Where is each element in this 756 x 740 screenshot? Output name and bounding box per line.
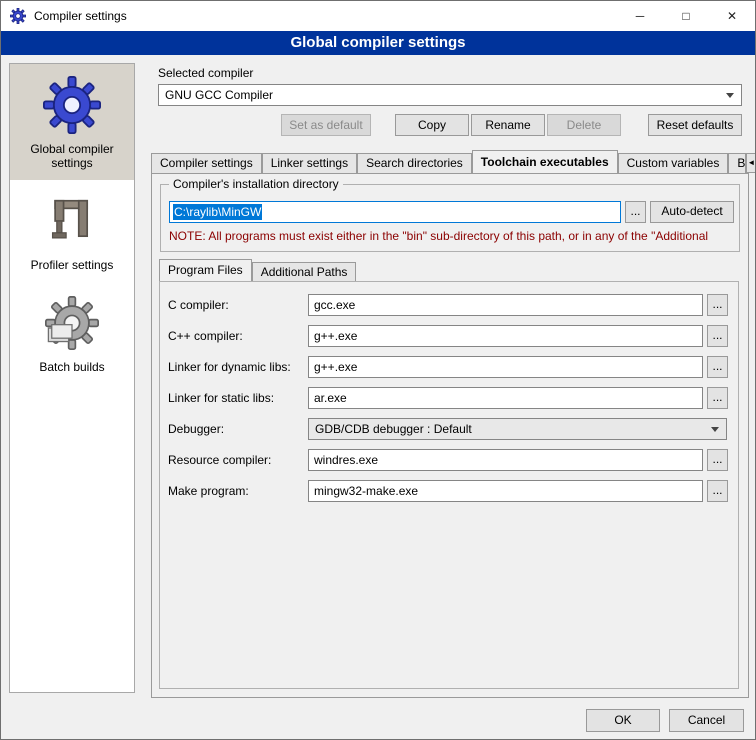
tab-toolchain-executables[interactable]: Toolchain executables xyxy=(472,150,618,173)
clamp-icon xyxy=(14,190,130,252)
field-row: Resource compiler: windres.exe ... xyxy=(160,449,738,471)
sidebar-item-global-compiler-settings[interactable]: Global compiler settings xyxy=(10,64,134,180)
cpp-compiler-label: C++ compiler: xyxy=(168,325,243,347)
resource-compiler-browse-button[interactable]: ... xyxy=(707,449,728,471)
c-compiler-input[interactable]: gcc.exe xyxy=(308,294,703,316)
c-compiler-browse-button[interactable]: ... xyxy=(707,294,728,316)
tab-search-directories[interactable]: Search directories xyxy=(357,153,472,173)
tab-scroll-left-button[interactable]: ◄ xyxy=(746,153,756,173)
dynamic-linker-input[interactable]: g++.exe xyxy=(308,356,703,378)
installation-directory-group: Compiler's installation directory C:\ray… xyxy=(160,184,740,252)
resource-compiler-input[interactable]: windres.exe xyxy=(308,449,703,471)
set-as-default-button[interactable]: Set as default xyxy=(281,114,371,136)
group-title: Compiler's installation directory xyxy=(169,177,343,191)
debugger-label: Debugger: xyxy=(168,418,224,440)
gray-gear-stack-icon xyxy=(14,292,130,354)
rename-button[interactable]: Rename xyxy=(471,114,545,136)
titlebar: Compiler settings ─ □ ✕ xyxy=(1,1,755,31)
copy-button[interactable]: Copy xyxy=(395,114,469,136)
field-row: Linker for static libs: ar.exe ... xyxy=(160,387,738,409)
sidebar-item-batch-builds[interactable]: Batch builds xyxy=(10,282,134,384)
tab-compiler-settings[interactable]: Compiler settings xyxy=(151,153,262,173)
subtab-program-files[interactable]: Program Files xyxy=(159,259,252,281)
cpp-compiler-browse-button[interactable]: ... xyxy=(707,325,728,347)
dynamic-linker-label: Linker for dynamic libs: xyxy=(168,356,291,378)
app-icon xyxy=(10,8,26,24)
tab-build-truncated[interactable]: Buil xyxy=(728,153,746,173)
field-row: C compiler: gcc.exe ... xyxy=(160,294,738,316)
sidebar-item-label: Profiler settings xyxy=(14,258,130,272)
window-controls: ─ □ ✕ xyxy=(617,1,755,31)
static-linker-label: Linker for static libs: xyxy=(168,387,274,409)
sidebar-item-label: Global compiler settings xyxy=(14,142,130,170)
delete-button[interactable]: Delete xyxy=(547,114,621,136)
resource-compiler-label: Resource compiler: xyxy=(168,449,271,471)
dynamic-linker-browse-button[interactable]: ... xyxy=(707,356,728,378)
chevron-down-icon xyxy=(711,427,719,432)
debugger-value: GDB/CDB debugger : Default xyxy=(309,422,711,436)
close-button[interactable]: ✕ xyxy=(709,1,755,31)
window-title: Compiler settings xyxy=(34,9,127,23)
install-dir-browse-button[interactable]: ... xyxy=(625,201,646,223)
blue-gear-icon xyxy=(14,74,130,136)
toolchain-executables-panel: Compiler's installation directory C:\ray… xyxy=(151,173,749,698)
tab-custom-variables[interactable]: Custom variables xyxy=(618,153,729,173)
field-row: Linker for dynamic libs: g++.exe ... xyxy=(160,356,738,378)
selected-compiler-label: Selected compiler xyxy=(158,66,253,80)
install-dir-selected-text: C:\raylib\MinGW xyxy=(173,204,262,220)
field-row: C++ compiler: g++.exe ... xyxy=(160,325,738,347)
page-title: Global compiler settings xyxy=(1,31,755,55)
c-compiler-label: C compiler: xyxy=(168,294,229,316)
minimize-button[interactable]: ─ xyxy=(617,1,663,31)
subtab-additional-paths[interactable]: Additional Paths xyxy=(252,262,357,281)
reset-defaults-button[interactable]: Reset defaults xyxy=(648,114,742,136)
debugger-select[interactable]: GDB/CDB debugger : Default xyxy=(308,418,727,440)
static-linker-input[interactable]: ar.exe xyxy=(308,387,703,409)
ok-button[interactable]: OK xyxy=(586,709,660,732)
selected-compiler-value: GNU GCC Compiler xyxy=(159,88,726,102)
make-program-input[interactable]: mingw32-make.exe xyxy=(308,480,703,502)
sidebar-item-label: Batch builds xyxy=(14,360,130,374)
chevron-down-icon xyxy=(726,93,734,98)
field-row: Make program: mingw32-make.exe ... xyxy=(160,480,738,502)
maximize-button[interactable]: □ xyxy=(663,1,709,31)
install-dir-input[interactable]: C:\raylib\MinGW xyxy=(169,201,621,223)
tab-linker-settings[interactable]: Linker settings xyxy=(262,153,357,173)
auto-detect-button[interactable]: Auto-detect xyxy=(650,201,734,223)
program-files-panel: C compiler: gcc.exe ... C++ compiler: g+… xyxy=(159,281,739,689)
sidebar: Global compiler settings Profiler settin… xyxy=(9,63,135,693)
make-program-label: Make program: xyxy=(168,480,249,502)
subtab-strip: Program Files Additional Paths xyxy=(159,260,356,281)
selected-compiler-dropdown[interactable]: GNU GCC Compiler xyxy=(158,84,742,106)
make-program-browse-button[interactable]: ... xyxy=(707,480,728,502)
note-text: NOTE: All programs must exist either in … xyxy=(169,229,735,243)
sidebar-item-profiler-settings[interactable]: Profiler settings xyxy=(10,180,134,282)
tab-strip: Compiler settings Linker settings Search… xyxy=(151,151,749,173)
field-row: Debugger: GDB/CDB debugger : Default xyxy=(160,418,738,440)
cpp-compiler-input[interactable]: g++.exe xyxy=(308,325,703,347)
compiler-settings-window: Compiler settings ─ □ ✕ Global compiler … xyxy=(0,0,756,740)
cancel-button[interactable]: Cancel xyxy=(669,709,744,732)
static-linker-browse-button[interactable]: ... xyxy=(707,387,728,409)
